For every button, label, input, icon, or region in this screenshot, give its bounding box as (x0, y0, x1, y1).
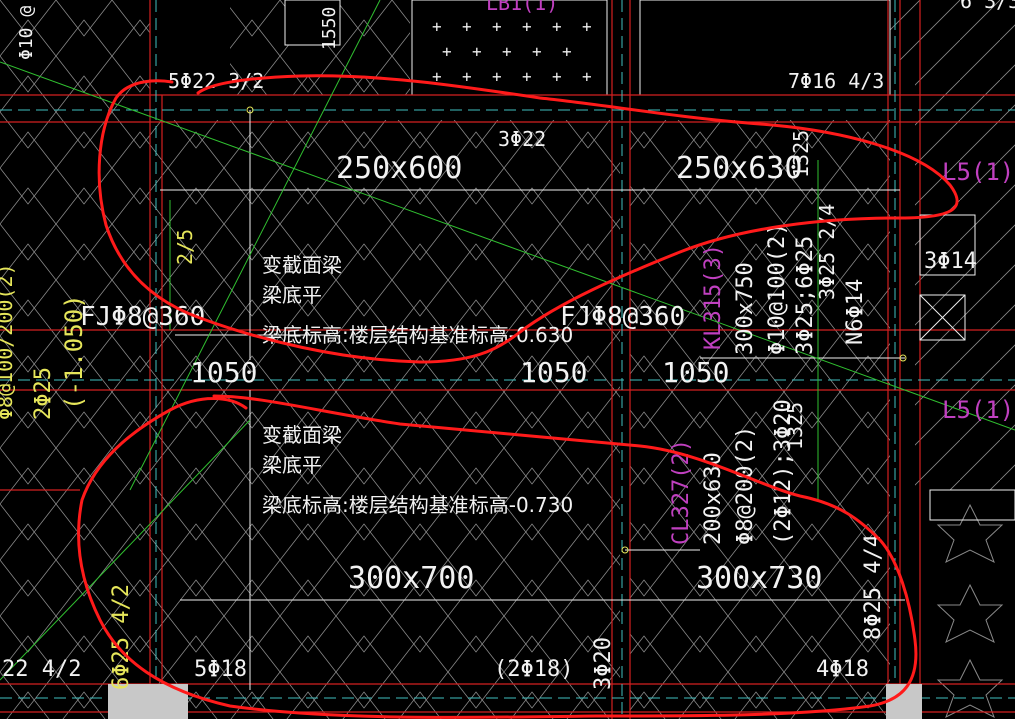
rebar-mid: 3Φ22 (498, 127, 546, 151)
rebar-vertical-2-4: 3Φ25 2/4 (815, 204, 839, 300)
dim-1050-left: 1050 (190, 356, 257, 389)
svg-text:+: + (462, 17, 472, 36)
kl315-size: 300x750 (733, 262, 758, 355)
lower-note-line2: 梁底平 (262, 453, 322, 477)
rebar-top-right: 7Φ16 4/3 (788, 69, 884, 93)
section-upper-left: 250x600 (336, 151, 462, 186)
dim-minus-left: (-1.050) (60, 294, 88, 410)
top-right-fragment: 6 3/3 (960, 0, 1015, 13)
svg-text:+: + (432, 17, 442, 36)
cad-drawing-canvas[interactable]: + + + + + + + + + + + + + + + + + Φ10 @ … (0, 0, 1015, 719)
rebar-bottom-mid: (2Φ18) (494, 657, 573, 682)
left-fragment-top: Φ8@100/200(2) (0, 263, 17, 420)
cad-drawing: + + + + + + + + + + + + + + + + + Φ10 @ … (0, 0, 1015, 719)
rebar-bottom-right: 4Φ18 (816, 657, 869, 682)
rebar-vertical-1325-top: 1325 (789, 130, 813, 178)
rebar-bottom-left: 5Φ18 (194, 657, 247, 682)
kl315-stirrup: Φ10@100(2) (765, 223, 790, 355)
cl327-stirrup: Φ8@200(2) (733, 426, 758, 545)
svg-text:+: + (492, 67, 502, 86)
section-lower-right: 300x730 (696, 561, 822, 596)
rebar-3phi20: 3Φ20 (591, 637, 616, 690)
dim-1050-mid: 1050 (520, 356, 587, 389)
lower-note-line3: 梁底标高:楼层结构基准标高-0.730 (262, 493, 573, 517)
left-fragment-bottom: 22 4/2 (2, 657, 81, 682)
svg-text:+: + (502, 42, 512, 61)
kl315-waist: N6Φ14 (843, 279, 868, 345)
svg-text:+: + (522, 17, 532, 36)
star-hatch (936, 503, 1004, 719)
top-fragment-lb1: LB1(1) (486, 0, 558, 15)
top-fragment-phi10: Φ10 @ (16, 6, 37, 60)
svg-text:+: + (472, 42, 482, 61)
cl327-vert: 1325 (783, 402, 807, 450)
svg-text:+: + (552, 17, 562, 36)
svg-text:+: + (582, 17, 592, 36)
l5-mid: L5(1) (942, 396, 1014, 424)
svg-text:+: + (552, 67, 562, 86)
svg-text:+: + (532, 42, 542, 61)
hatch-region-right-mid (630, 120, 890, 719)
rebar-right-vertical: 8Φ25 4/4 (861, 534, 886, 640)
svg-text:+: + (522, 67, 532, 86)
lower-note-line1: 变截面梁 (262, 423, 342, 447)
fj-left: FJΦ8@360 (80, 302, 205, 332)
svg-text:+: + (462, 67, 472, 86)
section-lower-left: 300x700 (348, 561, 474, 596)
svg-text:+: + (492, 17, 502, 36)
fj-right: FJΦ8@360 (560, 302, 685, 332)
svg-text:+: + (582, 67, 592, 86)
svg-text:+: + (562, 42, 572, 61)
section-upper-right: 250x630 (676, 151, 802, 186)
left-fragment-2phi25: 2Φ25 (31, 367, 56, 420)
kl315-name: KL315(3) (701, 244, 726, 350)
hatch-region-center (150, 120, 620, 719)
left-fragment-bottom2: 6Φ25 4/2 (109, 584, 134, 690)
upper-note-line2: 梁底平 (262, 283, 322, 307)
top-fragment-1550: 1550 (319, 7, 340, 50)
svg-text:+: + (442, 42, 452, 61)
rebar-top-left: 5Φ22 3/2 (168, 69, 264, 93)
dim-1050-right: 1050 (662, 356, 729, 389)
kl315-rebar: 3Φ25;6Φ25 (793, 236, 818, 355)
rebar-3phi14: 3Φ14 (924, 249, 977, 274)
upper-note-line1: 变截面梁 (262, 253, 342, 277)
rebar-2-5: 2/5 (173, 229, 197, 265)
l5-top: L5(1) (942, 158, 1014, 186)
